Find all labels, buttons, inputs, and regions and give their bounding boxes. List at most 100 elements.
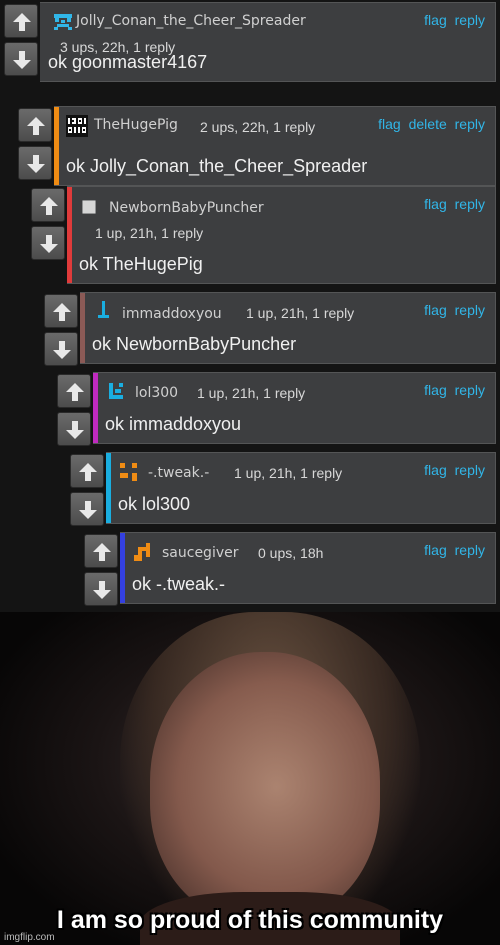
comment-meta: 1 up, 21h, 1 reply (197, 385, 306, 401)
comment-meta: 0 ups, 18h (258, 545, 324, 561)
flag-link[interactable]: flag (424, 542, 447, 558)
orange-stairs-avatar-icon[interactable] (132, 541, 154, 563)
sword-avatar-icon[interactable] (92, 301, 114, 323)
comment: lol300 1 up, 21h, 1 reply flag reply ok … (57, 372, 496, 452)
comment-actions: flag reply (420, 462, 485, 478)
username-link[interactable]: saucegiver (162, 545, 239, 561)
reply-link[interactable]: reply (455, 116, 485, 132)
comment-text: ok immaddoxyou (105, 414, 242, 434)
comment: Jolly_Conan_the_Cheer_Spreader 3 ups, 22… (4, 2, 496, 82)
vote-controls (84, 532, 118, 608)
flag-link[interactable]: flag (378, 116, 401, 132)
downvote-button[interactable] (44, 332, 78, 366)
upvote-button[interactable] (44, 294, 78, 328)
downvote-button[interactable] (57, 412, 91, 446)
square-avatar-icon[interactable] (81, 199, 97, 215)
comment-meta: 2 ups, 22h, 1 reply (200, 119, 316, 135)
username-link[interactable]: -.tweak.- (148, 465, 209, 481)
comment-actions: flag reply (420, 382, 485, 398)
face-shape (150, 652, 380, 922)
arrow-up-icon (79, 463, 97, 481)
comment-actions: flag reply (420, 542, 485, 558)
watermark: imgflip.com (4, 932, 55, 943)
flag-link[interactable]: flag (424, 302, 447, 318)
upvote-button[interactable] (84, 534, 118, 568)
comment-actions: flag reply (420, 196, 485, 212)
downvote-button[interactable] (70, 492, 104, 526)
username-link[interactable]: immaddoxyou (122, 306, 222, 322)
thread-depth-bar (54, 107, 59, 185)
comment-meta: 1 up, 21h, 1 reply (246, 305, 355, 321)
downvote-button[interactable] (18, 146, 52, 180)
comment-meta: 1 up, 21h, 1 reply (234, 465, 343, 481)
pixel-face-avatar-icon[interactable] (52, 11, 74, 33)
vote-controls (70, 452, 104, 528)
delete-link[interactable]: delete (409, 116, 447, 132)
comment: saucegiver 0 ups, 18h flag reply ok -.tw… (84, 532, 496, 612)
flag-link[interactable]: flag (424, 382, 447, 398)
upvote-button[interactable] (70, 454, 104, 488)
meme-caption: I am so proud of this community (56, 906, 444, 934)
orange-blocks-avatar-icon[interactable] (118, 461, 140, 483)
comment-panel: TheHugePig 2 ups, 22h, 1 reply flag dele… (54, 106, 496, 186)
reply-link[interactable]: reply (455, 196, 485, 212)
thread-depth-bar (120, 533, 125, 603)
vote-controls (4, 2, 38, 78)
upvote-button[interactable] (4, 4, 38, 38)
comment-text: ok TheHugePig (79, 254, 203, 274)
downvote-button[interactable] (84, 572, 118, 606)
upvote-button[interactable] (31, 188, 65, 222)
arrow-down-icon (13, 51, 31, 69)
comment-text: ok -.tweak.- (132, 574, 226, 594)
reply-link[interactable]: reply (455, 462, 485, 478)
downvote-button[interactable] (4, 42, 38, 76)
arrow-up-icon (66, 383, 84, 401)
vote-controls (31, 186, 65, 262)
binary-avatar-icon[interactable] (66, 115, 88, 137)
comment-text: ok lol300 (118, 494, 191, 514)
upvote-button[interactable] (18, 108, 52, 142)
flag-link[interactable]: flag (424, 12, 447, 28)
reply-link[interactable]: reply (455, 382, 485, 398)
comment: NewbornBabyPuncher 1 up, 21h, 1 reply fl… (31, 186, 496, 284)
comment-text: ok NewbornBabyPuncher (92, 334, 297, 354)
username-link[interactable]: lol300 (135, 385, 178, 401)
comment-panel: NewbornBabyPuncher 1 up, 21h, 1 reply fl… (67, 186, 496, 284)
username-link[interactable]: NewbornBabyPuncher (109, 200, 264, 216)
pixel-avatar-icon[interactable] (105, 381, 127, 403)
downvote-button[interactable] (31, 226, 65, 260)
flag-link[interactable]: flag (424, 196, 447, 212)
vote-controls (57, 372, 91, 448)
arrow-down-icon (66, 421, 84, 439)
vote-controls (18, 106, 52, 182)
arrow-up-icon (27, 117, 45, 135)
arrow-up-icon (13, 13, 31, 31)
comment-actions: flag reply (420, 302, 485, 318)
comment: -.tweak.- 1 up, 21h, 1 reply flag reply … (70, 452, 496, 532)
comment-panel: immaddoxyou 1 up, 21h, 1 reply flag repl… (80, 292, 496, 364)
arrow-up-icon (40, 197, 58, 215)
thread-depth-bar (67, 187, 72, 283)
flag-link[interactable]: flag (424, 462, 447, 478)
vote-controls (44, 292, 78, 368)
username-link[interactable]: Jolly_Conan_the_Cheer_Spreader (76, 13, 306, 29)
comment-text: ok goonmaster4167 (48, 52, 208, 72)
reply-link[interactable]: reply (455, 12, 485, 28)
arrow-down-icon (53, 341, 71, 359)
reply-link[interactable]: reply (455, 302, 485, 318)
comment-panel: -.tweak.- 1 up, 21h, 1 reply flag reply … (106, 452, 496, 524)
comment-thread: Jolly_Conan_the_Cheer_Spreader 3 ups, 22… (0, 0, 500, 612)
arrow-down-icon (79, 501, 97, 519)
arrow-up-icon (93, 543, 111, 561)
upvote-button[interactable] (57, 374, 91, 408)
comment-panel: Jolly_Conan_the_Cheer_Spreader 3 ups, 22… (40, 2, 496, 82)
username-link[interactable]: TheHugePig (94, 117, 178, 133)
comment: TheHugePig 2 ups, 22h, 1 reply flag dele… (18, 106, 496, 186)
thread-depth-bar (106, 453, 111, 523)
comment-panel: saucegiver 0 ups, 18h flag reply ok -.tw… (120, 532, 496, 604)
comment-panel: lol300 1 up, 21h, 1 reply flag reply ok … (93, 372, 496, 444)
arrow-up-icon (53, 303, 71, 321)
reply-link[interactable]: reply (455, 542, 485, 558)
arrow-down-icon (40, 235, 58, 253)
comment: immaddoxyou 1 up, 21h, 1 reply flag repl… (44, 292, 496, 372)
